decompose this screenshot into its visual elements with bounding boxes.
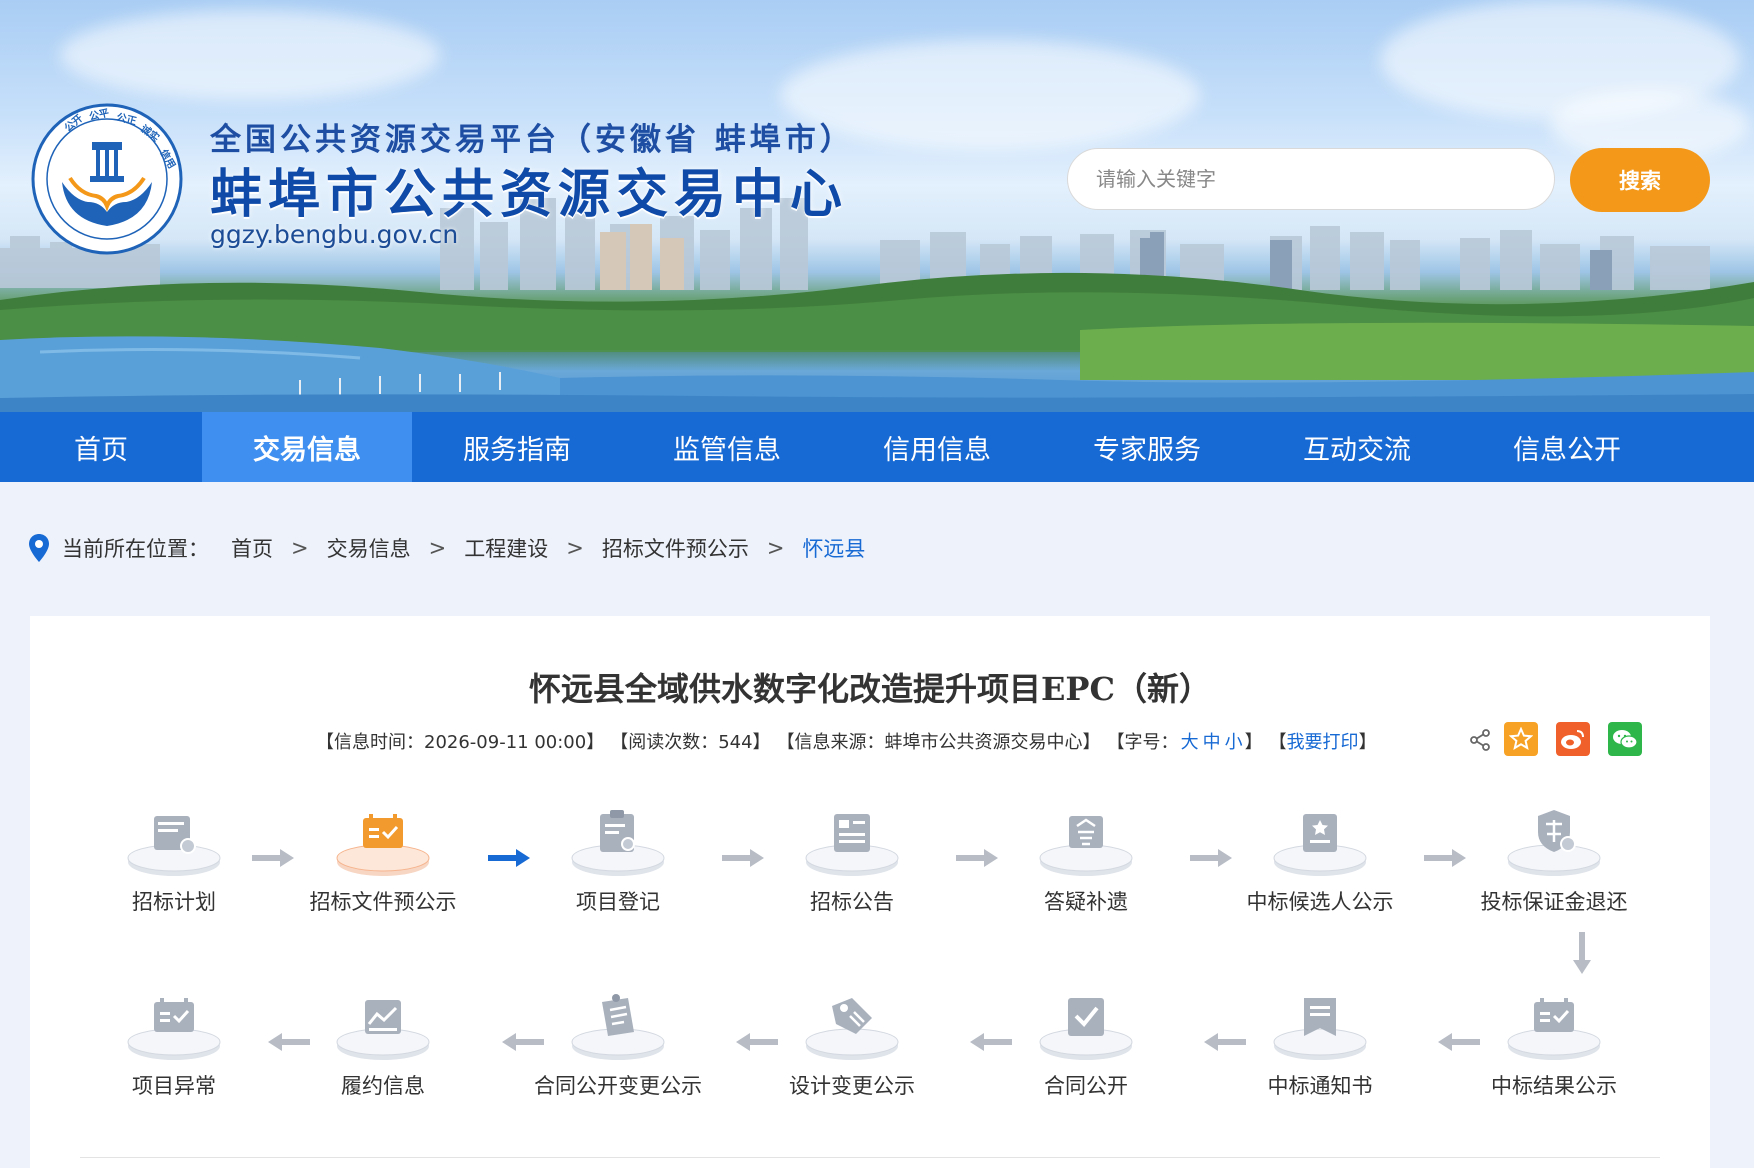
step-award-result[interactable]: 中标结果公示 <box>1454 986 1654 1116</box>
step-bid-announcement[interactable]: 招标公告 <box>752 802 952 932</box>
meta-source: 【信息来源：蚌埠市公共资源交易中心】 <box>776 732 1101 753</box>
arrow-down-icon <box>1573 932 1591 974</box>
result-calendar-icon <box>1507 998 1601 1060</box>
step-prenotice[interactable]: 招标文件预公示 <box>283 802 483 932</box>
meta-print-close: 】 <box>1358 732 1377 753</box>
share-icon[interactable] <box>1468 728 1492 752</box>
main-nav: 首页 交易信息 服务指南 监管信息 信用信息 专家服务 互动交流 信息公开 <box>0 412 1754 482</box>
nav-item-trade-info[interactable]: 交易信息 <box>202 412 412 482</box>
font-size-medium[interactable]: 中 <box>1203 728 1221 754</box>
share-wechat-button[interactable] <box>1608 722 1642 756</box>
nav-item-service-guide[interactable]: 服务指南 <box>412 412 622 482</box>
font-size-small[interactable]: 小 <box>1225 728 1243 754</box>
step-deposit-refund[interactable]: 投标保证金退还 <box>1454 802 1654 932</box>
performance-chart-icon <box>336 1000 430 1060</box>
site-title: 蚌埠市公共资源交易中心 <box>210 165 849 225</box>
nav-item-interaction[interactable]: 互动交流 <box>1252 412 1462 482</box>
contract-change-icon <box>571 994 665 1060</box>
location-pin-icon <box>29 534 49 562</box>
step-label: 投标保证金退还 <box>1480 890 1628 914</box>
search-button[interactable]: 搜索 <box>1570 148 1710 212</box>
step-qa-supplement[interactable]: 答疑补遗 <box>986 802 1186 932</box>
article-title: 怀远县全域供水数字化改造提升项目EPC（新） <box>529 670 1211 708</box>
step-design-change[interactable]: 设计变更公示 <box>752 986 952 1116</box>
meta-views: 【阅读次数：544】 <box>610 732 771 753</box>
contract-check-icon <box>1039 998 1133 1060</box>
step-performance-info[interactable]: 履约信息 <box>283 986 483 1116</box>
register-clipboard-icon <box>571 810 665 876</box>
article-meta: 【信息时间：2026-09-11 00:00】 【阅读次数：544】 【信息来源… <box>316 728 1377 754</box>
nav-item-expert[interactable]: 专家服务 <box>1042 412 1252 482</box>
divider <box>80 1157 1660 1158</box>
breadcrumb: 当前所在位置： 首页 > 交易信息 > 工程建设 > 招标文件预公示 > 怀远县 <box>28 530 865 566</box>
candidate-badge-icon <box>1273 814 1367 876</box>
site-url: ggzy.bengbu.gov.cn <box>210 220 459 249</box>
step-label: 中标结果公示 <box>1491 1074 1617 1098</box>
breadcrumb-label: 当前所在位置： <box>62 537 209 561</box>
breadcrumb-engineering[interactable]: 工程建设 <box>464 533 548 563</box>
article-card: 怀远县全域供水数字化改造提升项目EPC（新） 【信息时间：2026-09-11 … <box>30 616 1710 1168</box>
meta-font-prefix: 【字号： <box>1106 732 1179 753</box>
print-link[interactable]: 我要打印 <box>1287 728 1359 754</box>
breadcrumb-home[interactable]: 首页 <box>231 533 273 563</box>
meta-font-suffix: 】 <box>1244 732 1263 753</box>
nav-item-home[interactable]: 首页 <box>0 412 202 482</box>
breadcrumb-separator: > <box>291 536 309 560</box>
breadcrumb-trade-info[interactable]: 交易信息 <box>327 533 411 563</box>
breadcrumb-separator: > <box>566 536 584 560</box>
prenotice-calendar-icon <box>336 814 430 876</box>
meta-print-open: 【 <box>1268 732 1287 753</box>
breadcrumb-separator: > <box>428 536 447 560</box>
share-qzone-button[interactable] <box>1504 722 1538 756</box>
nav-item-supervision[interactable]: 监管信息 <box>622 412 832 482</box>
header-banner: 公开 公平 公正 诚实 信用 全国公共资源交易平台（安徽省 蚌埠市） 蚌埠市公共… <box>0 0 1754 412</box>
exception-calendar-icon <box>127 998 221 1060</box>
meta-time: 【信息时间：2026-09-11 00:00】 <box>316 732 605 753</box>
search-input[interactable] <box>1067 148 1555 210</box>
logo-emblem: 公开 公平 公正 诚实 信用 <box>31 103 183 255</box>
breadcrumb-current[interactable]: 怀远县 <box>802 533 865 563</box>
star-icon <box>1509 727 1533 751</box>
step-contract-public[interactable]: 合同公开 <box>986 986 1186 1116</box>
award-bookmark-icon <box>1273 998 1367 1060</box>
step-contract-change[interactable]: 合同公开变更公示 <box>518 986 718 1116</box>
deposit-shield-icon <box>1507 810 1601 876</box>
nav-item-disclosure[interactable]: 信息公开 <box>1462 412 1672 482</box>
font-size-large[interactable]: 大 <box>1181 728 1199 754</box>
breadcrumb-prenotice[interactable]: 招标文件预公示 <box>602 533 749 563</box>
plan-document-icon <box>127 816 221 876</box>
weibo-icon <box>1561 730 1584 749</box>
wechat-icon <box>1613 730 1638 749</box>
share-weibo-button[interactable] <box>1556 722 1590 756</box>
breadcrumb-separator: > <box>766 536 785 560</box>
step-project-register[interactable]: 项目登记 <box>518 802 718 932</box>
answer-badge-icon <box>1039 816 1133 876</box>
step-candidate-notice[interactable]: 中标候选人公示 <box>1220 802 1420 932</box>
design-tag-icon <box>805 998 899 1060</box>
step-award-notice[interactable]: 中标通知书 <box>1220 986 1420 1116</box>
announcement-document-icon <box>805 814 899 876</box>
nav-item-credit[interactable]: 信用信息 <box>832 412 1042 482</box>
